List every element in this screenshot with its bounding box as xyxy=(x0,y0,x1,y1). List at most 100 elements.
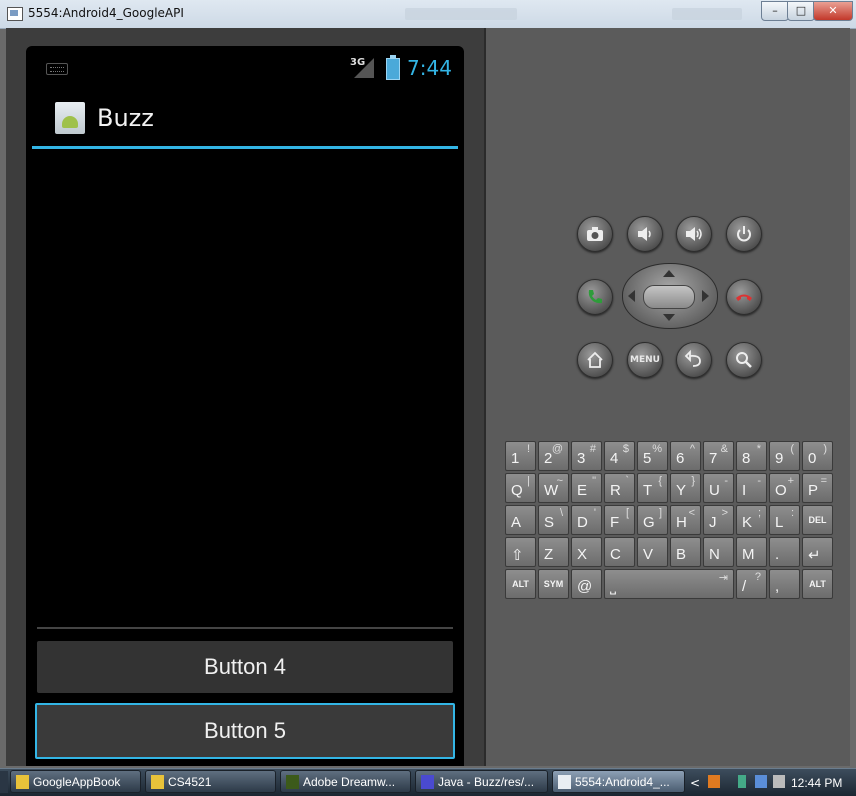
tray-app-icon[interactable] xyxy=(708,775,720,788)
key-r3k0[interactable]: ⇧ xyxy=(505,537,536,567)
home-button[interactable] xyxy=(577,342,613,378)
key-6[interactable]: 6 ^ xyxy=(670,441,701,471)
text-input-underline[interactable] xyxy=(37,627,453,629)
button-5[interactable]: Button 5 xyxy=(35,703,455,759)
key-shift-label: { xyxy=(658,475,662,487)
key-r[interactable]: R ` xyxy=(604,473,635,503)
emulator-icon xyxy=(558,775,571,789)
end-call-button[interactable] xyxy=(726,279,762,315)
key-u[interactable]: U- xyxy=(703,473,734,503)
start-button[interactable] xyxy=(0,771,8,793)
key-r4k2[interactable]: @ xyxy=(571,569,602,599)
key-shift-label: ~ xyxy=(556,475,563,487)
key-z[interactable]: Z xyxy=(538,537,569,567)
volume-tray-icon[interactable] xyxy=(773,775,785,788)
key-n[interactable]: N xyxy=(703,537,734,567)
eclipse-icon xyxy=(421,775,434,789)
taskbar-item[interactable]: GoogleAppBook xyxy=(10,770,141,793)
key-k[interactable]: K; xyxy=(736,505,767,535)
key-r4k5[interactable]: , xyxy=(769,569,800,599)
key-r2k9[interactable]: DEL xyxy=(802,505,833,535)
app-launcher-icon[interactable] xyxy=(55,102,85,134)
call-button[interactable] xyxy=(577,279,613,315)
key-2[interactable]: 2 @ xyxy=(538,441,569,471)
key-x[interactable]: X xyxy=(571,537,602,567)
key-j[interactable]: J > xyxy=(703,505,734,535)
key-3[interactable]: 3 # xyxy=(571,441,602,471)
key-r4k3[interactable]: ⎵ ⇥ xyxy=(604,569,734,599)
key-8[interactable]: 8 * xyxy=(736,441,767,471)
window-titlebar[interactable]: 5554:Android4_GoogleAPI – □ ✕ xyxy=(0,0,856,29)
dpad-down-arrow-icon[interactable] xyxy=(663,314,675,321)
key-1[interactable]: 1! xyxy=(505,441,536,471)
taskbar-clock[interactable]: 12:44 PM xyxy=(791,776,842,790)
menu-button[interactable]: MENU xyxy=(627,342,663,378)
key-7[interactable]: 7 & xyxy=(703,441,734,471)
key-r4k1[interactable]: SYM xyxy=(538,569,569,599)
taskbar-item[interactable]: Java - Buzz/res/... xyxy=(415,770,548,793)
dpad-center-button[interactable] xyxy=(643,285,695,309)
key-a[interactable]: A xyxy=(505,505,536,535)
key-f[interactable]: F[ xyxy=(604,505,635,535)
close-button[interactable]: ✕ xyxy=(813,1,853,21)
battery-tray-icon[interactable] xyxy=(738,775,746,788)
show-hidden-icons-icon[interactable]: < xyxy=(690,776,700,790)
dpad-left-arrow-icon[interactable] xyxy=(628,290,635,302)
key-t[interactable]: T{ xyxy=(637,473,668,503)
key-4[interactable]: 4 $ xyxy=(604,441,635,471)
key-g[interactable]: G] xyxy=(637,505,668,535)
key-i[interactable]: I- xyxy=(736,473,767,503)
minimize-button[interactable]: – xyxy=(761,1,789,21)
network-type-label: 3G xyxy=(350,57,366,68)
taskbar-item[interactable]: 5554:Android4_... xyxy=(552,770,685,793)
volume-down-button[interactable] xyxy=(627,216,663,252)
key-r4k6[interactable]: ALT xyxy=(802,569,833,599)
taskbar-item[interactable]: Adobe Dreamw... xyxy=(280,770,411,793)
key-b[interactable]: B xyxy=(670,537,701,567)
key-s[interactable]: S \ xyxy=(538,505,569,535)
key-shift-label: % xyxy=(652,443,662,455)
power-button[interactable] xyxy=(726,216,762,252)
key-label: 5 xyxy=(643,450,652,467)
taskbar-item-label: 5554:Android4_... xyxy=(575,775,670,789)
dpad-right-arrow-icon[interactable] xyxy=(702,290,709,302)
taskbar-item[interactable]: CS4521 xyxy=(145,770,276,793)
key-r3k8[interactable]: . xyxy=(769,537,800,567)
key-q[interactable]: Q | xyxy=(505,473,536,503)
key-r4k4[interactable]: /? xyxy=(736,569,767,599)
key-p[interactable]: P = xyxy=(802,473,833,503)
key-l[interactable]: L: xyxy=(769,505,800,535)
dpad-up-arrow-icon[interactable] xyxy=(663,270,675,277)
volume-up-button[interactable] xyxy=(676,216,712,252)
key-0[interactable]: 0) xyxy=(802,441,833,471)
key-label: Y xyxy=(676,482,687,499)
key-w[interactable]: W ~ xyxy=(538,473,569,503)
key-c[interactable]: C xyxy=(604,537,635,567)
back-button[interactable] xyxy=(676,342,712,378)
key-label: V xyxy=(643,546,654,563)
key-label: ALT xyxy=(512,579,529,589)
key-shift-label: - xyxy=(724,475,728,487)
button-4[interactable]: Button 4 xyxy=(37,641,453,693)
key-v[interactable]: V xyxy=(637,537,668,567)
key-y[interactable]: Y} xyxy=(670,473,701,503)
key-label: O xyxy=(775,482,787,499)
camera-button[interactable] xyxy=(577,216,613,252)
key-e[interactable]: E " xyxy=(571,473,602,503)
key-r3k9[interactable]: ↵ xyxy=(802,537,833,567)
key-r4k0[interactable]: ALT xyxy=(505,569,536,599)
key-m[interactable]: M xyxy=(736,537,767,567)
key-o[interactable]: O + xyxy=(769,473,800,503)
volume-down-icon xyxy=(638,227,651,241)
key-h[interactable]: H < xyxy=(670,505,701,535)
network-tray-icon[interactable] xyxy=(755,775,767,788)
key-label: 4 xyxy=(610,450,619,467)
key-label: 3 xyxy=(577,450,586,467)
search-button[interactable] xyxy=(726,342,762,378)
key-d[interactable]: D ' xyxy=(571,505,602,535)
key-9[interactable]: 9( xyxy=(769,441,800,471)
key-label: D xyxy=(577,514,588,531)
power-icon xyxy=(737,226,751,242)
key-5[interactable]: 5% xyxy=(637,441,668,471)
maximize-button[interactable]: □ xyxy=(787,1,815,21)
